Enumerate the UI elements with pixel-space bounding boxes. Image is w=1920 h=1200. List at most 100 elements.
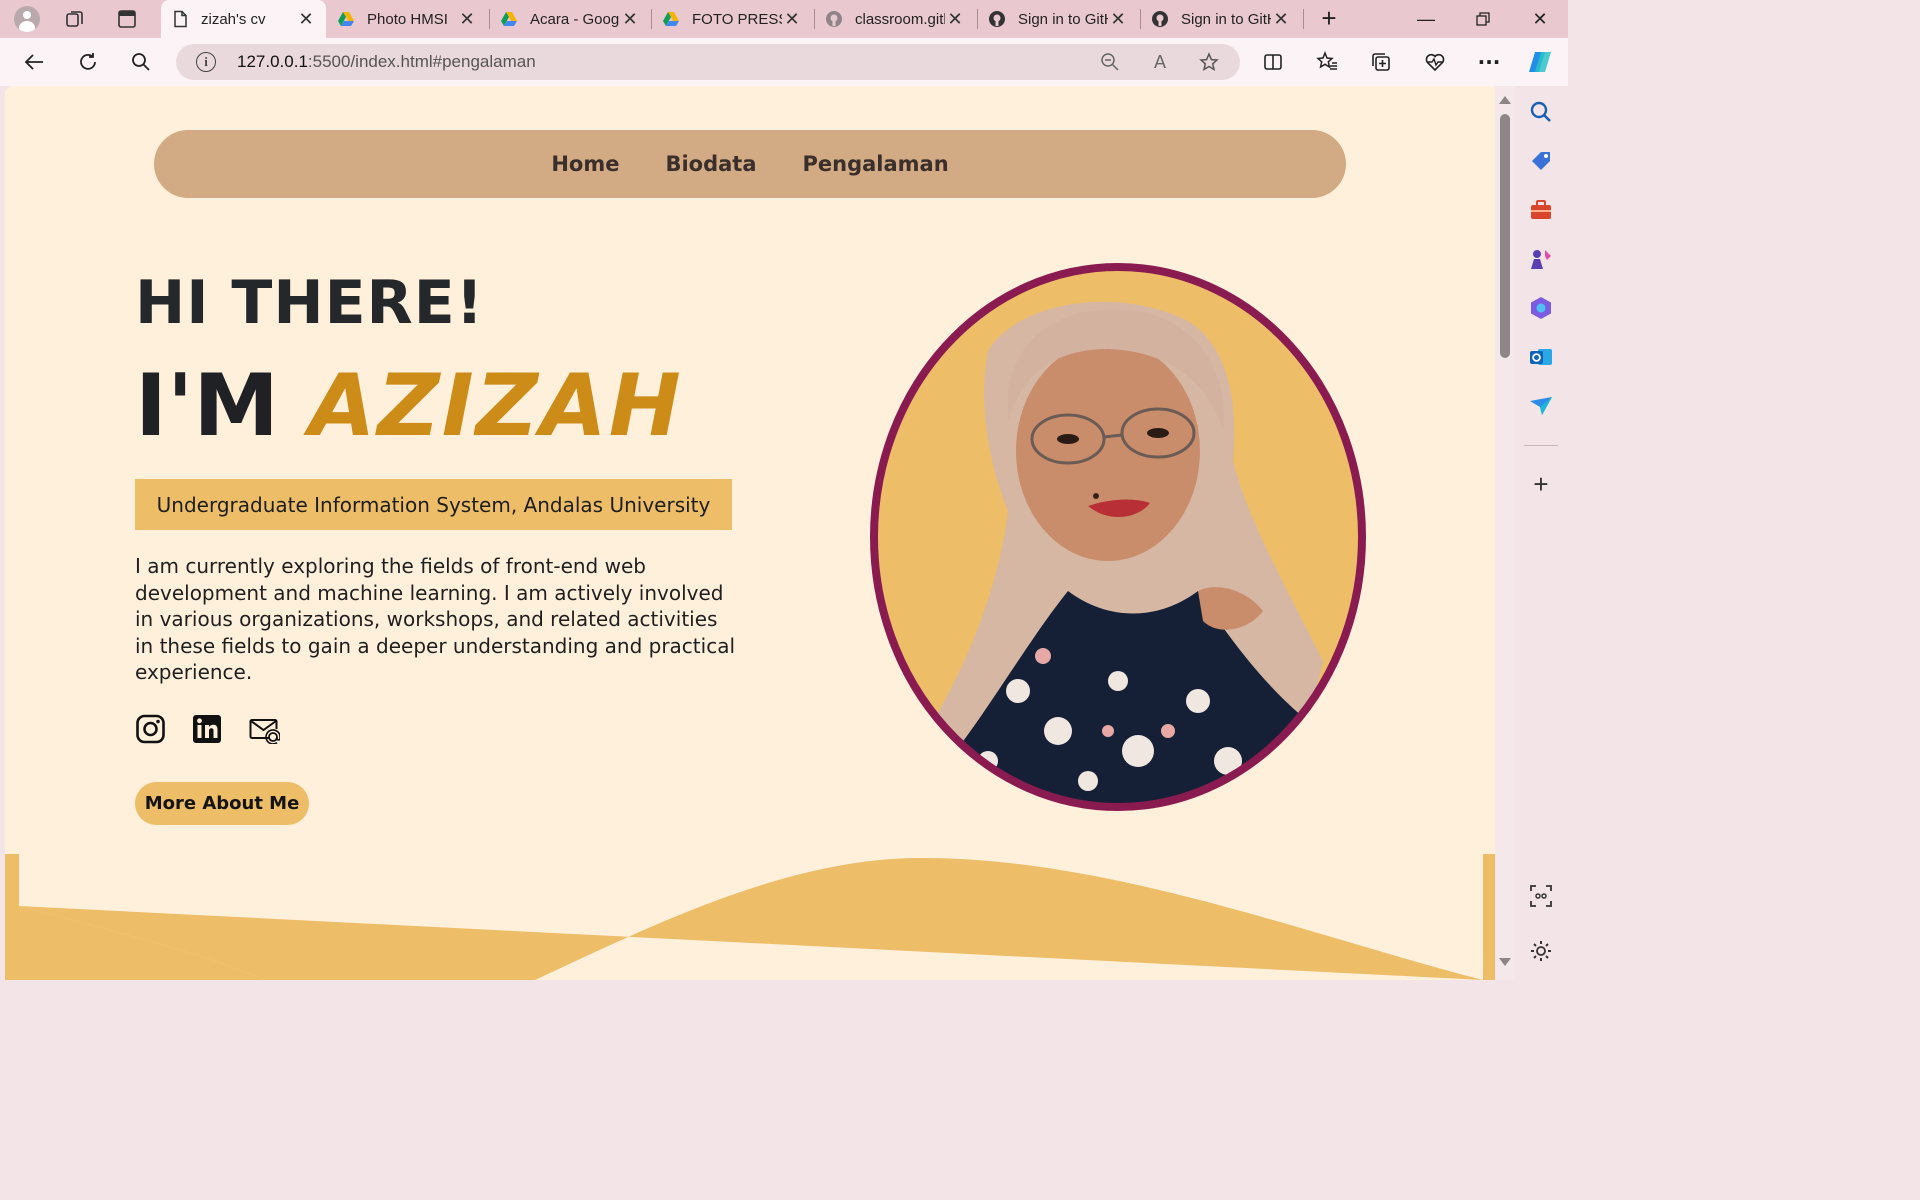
minimize-button[interactable]: — (1398, 0, 1454, 38)
subtitle-badge: Undergraduate Information System, Andala… (135, 479, 732, 530)
scroll-down-icon[interactable] (1499, 958, 1511, 966)
browser-tab[interactable]: FOTO PRESS ✕ (652, 0, 812, 38)
close-tab-icon[interactable]: ✕ (457, 9, 477, 30)
workspaces-icon (66, 11, 83, 27)
url-path: :5500/index.html#pengalaman (307, 52, 536, 71)
google-drive-icon (501, 12, 517, 26)
github-icon (989, 11, 1005, 27)
read-aloud-icon: A (1153, 51, 1166, 72)
collections-button[interactable] (1364, 46, 1398, 78)
screenshot-icon[interactable] (1528, 883, 1554, 909)
github-icon (826, 11, 842, 27)
instagram-icon[interactable] (135, 714, 166, 744)
scroll-up-icon[interactable] (1499, 96, 1511, 104)
workspaces-button[interactable] (57, 4, 93, 34)
url-host: 127.0.0.1 (237, 52, 308, 71)
plus-icon: + (1533, 469, 1549, 499)
add-sidebar-app-button[interactable]: + (1528, 469, 1554, 499)
send-icon[interactable] (1528, 393, 1554, 419)
copilot-button[interactable] (1523, 46, 1557, 78)
tab-strip: zizah's cv ✕ Photo HMSI ✕ Acara - Google… (0, 0, 1568, 38)
refresh-button[interactable] (71, 46, 105, 78)
page-scrollbar[interactable] (1495, 86, 1515, 980)
split-screen-button[interactable] (1256, 46, 1290, 78)
favorite-button[interactable] (1195, 49, 1223, 75)
browser-essentials-button[interactable] (1418, 46, 1452, 78)
browser-tab[interactable]: Acara - Google Drive ✕ (490, 0, 650, 38)
settings-and-more-button[interactable]: ··· (1472, 46, 1506, 78)
shopping-tag-icon[interactable] (1528, 148, 1554, 174)
browser-tab[interactable]: Photo HMSI ✕ (327, 0, 487, 38)
close-tab-icon[interactable]: ✕ (782, 9, 802, 30)
restore-button[interactable] (1455, 0, 1511, 38)
hero-name: AZIZAH (308, 356, 683, 456)
star-icon (1199, 52, 1219, 72)
tab-title: zizah's cv (201, 10, 266, 28)
page-viewport: Home Biodata Pengalaman HI THERE! I'M AZ… (5, 86, 1495, 980)
microsoft365-icon[interactable] (1528, 295, 1554, 321)
bio-paragraph: I am currently exploring the fields of f… (135, 554, 736, 684)
tab-title: FOTO PRESS (692, 10, 782, 28)
nav-link-home[interactable]: Home (551, 152, 619, 176)
split-screen-icon (1264, 54, 1282, 70)
document-icon (174, 10, 187, 28)
social-links (135, 714, 281, 745)
close-window-button[interactable]: ✕ (1512, 0, 1568, 38)
hero-heading: I'M AZIZAH (135, 356, 683, 456)
new-tab-button[interactable]: + (1313, 4, 1345, 34)
close-tab-icon[interactable]: ✕ (296, 9, 316, 30)
site-navbar: Home Biodata Pengalaman (154, 130, 1346, 198)
edge-sidebar: + (1515, 86, 1568, 980)
zoom-button[interactable] (1096, 49, 1124, 75)
nav-link-pengalaman[interactable]: Pengalaman (803, 152, 949, 176)
back-button[interactable] (17, 46, 51, 78)
profile-button[interactable] (9, 4, 45, 34)
refresh-icon (80, 53, 96, 70)
tab-title: classroom.github (855, 10, 945, 28)
linkedin-icon[interactable] (192, 714, 223, 744)
close-icon: ✕ (1532, 8, 1548, 29)
address-bar[interactable]: i 127.0.0.1:5500/index.html#pengalaman A (176, 44, 1240, 80)
tools-icon[interactable] (1528, 197, 1554, 223)
scrollbar-thumb[interactable] (1500, 114, 1510, 358)
vertical-tabs-icon (118, 10, 136, 28)
address-bar-row: i 127.0.0.1:5500/index.html#pengalaman A… (0, 38, 1568, 86)
close-tab-icon[interactable]: ✕ (620, 9, 640, 30)
close-tab-icon[interactable]: ✕ (1108, 9, 1128, 30)
zoom-out-icon (1101, 53, 1119, 71)
games-icon[interactable] (1528, 246, 1554, 272)
sidebar-divider (1524, 445, 1558, 446)
browser-tab[interactable]: Sign in to GitHub ✕ (978, 0, 1138, 38)
site-info-icon[interactable]: i (196, 52, 216, 72)
arrow-left-icon (24, 54, 43, 70)
search-icon[interactable] (1528, 99, 1554, 125)
search-button[interactable] (124, 46, 158, 78)
read-aloud-button[interactable]: A (1146, 49, 1174, 75)
browser-tab[interactable]: Sign in to GitHub ✕ (1141, 0, 1301, 38)
favorites-button[interactable] (1310, 46, 1344, 78)
close-tab-icon[interactable]: ✕ (945, 9, 965, 30)
tab-title: Acara - Google Drive (530, 10, 620, 28)
plus-icon: + (1321, 3, 1337, 33)
favorites-icon (1316, 51, 1337, 70)
gear-icon[interactable] (1528, 938, 1554, 964)
tab-actions-button[interactable] (109, 4, 145, 34)
profile-photo (870, 263, 1366, 811)
hero-greeting: HI THERE! (135, 268, 485, 338)
nav-link-biodata[interactable]: Biodata (665, 152, 756, 176)
browser-tab[interactable]: classroom.github ✕ (815, 0, 975, 38)
email-icon[interactable] (249, 714, 281, 745)
more-about-me-button[interactable]: More About Me (135, 782, 309, 825)
outlook-icon[interactable] (1528, 344, 1554, 370)
url-text[interactable]: 127.0.0.1:5500/index.html#pengalaman (237, 52, 536, 72)
collections-icon (1372, 53, 1390, 71)
more-icon: ··· (1477, 50, 1501, 74)
browser-tab[interactable]: zizah's cv ✕ (161, 0, 326, 38)
search-icon (132, 53, 150, 71)
restore-icon (1476, 12, 1490, 26)
hero-im-text: I'M (135, 356, 279, 456)
tab-separator (1303, 9, 1304, 29)
close-tab-icon[interactable]: ✕ (1271, 9, 1291, 30)
decorative-wave (5, 854, 1495, 980)
copilot-icon (1529, 52, 1551, 72)
